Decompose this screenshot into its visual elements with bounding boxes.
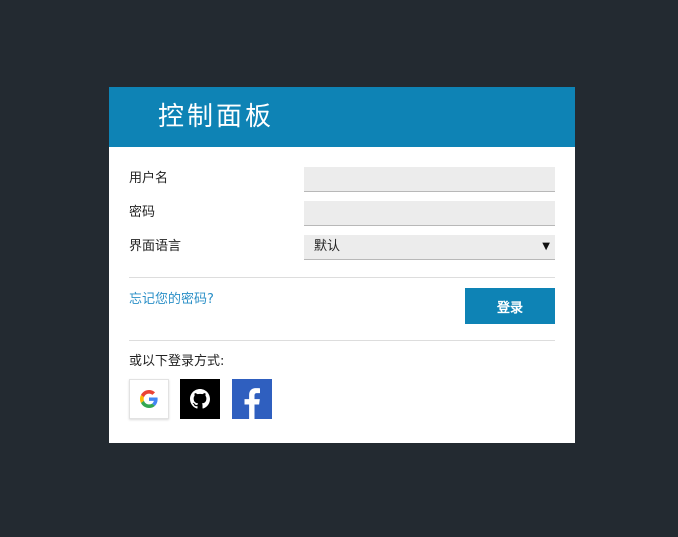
- google-icon: [140, 390, 158, 408]
- password-label: 密码: [129, 205, 156, 220]
- username-row: 用户名: [129, 167, 555, 193]
- facebook-login-button[interactable]: [232, 379, 272, 419]
- language-label: 界面语言: [129, 239, 182, 254]
- language-select[interactable]: 默认 ▼: [304, 235, 555, 260]
- page-title: 控制面板: [158, 102, 275, 132]
- github-icon: [190, 389, 210, 409]
- divider-top: [129, 277, 555, 278]
- google-login-button[interactable]: [129, 379, 169, 419]
- facebook-icon: [244, 388, 260, 419]
- password-field[interactable]: [304, 201, 555, 226]
- login-panel: 控制面板 用户名 密码 界面语言 默认 ▼ 忘记您的密码? 登录 或以下登录方式…: [109, 87, 575, 443]
- username-label: 用户名: [129, 171, 169, 186]
- username-field[interactable]: [304, 167, 555, 192]
- chevron-down-icon: ▼: [542, 241, 550, 252]
- forgot-password-link[interactable]: 忘记您的密码?: [129, 292, 214, 308]
- divider-bottom: [129, 340, 555, 341]
- panel-header: 控制面板: [109, 87, 575, 147]
- alt-login-text: 或以下登录方式:: [129, 354, 225, 369]
- password-row: 密码: [129, 201, 555, 227]
- login-button[interactable]: 登录: [465, 288, 555, 324]
- language-row: 界面语言 默认 ▼: [129, 235, 555, 261]
- github-login-button[interactable]: [180, 379, 220, 419]
- language-selected-value: 默认: [314, 239, 341, 254]
